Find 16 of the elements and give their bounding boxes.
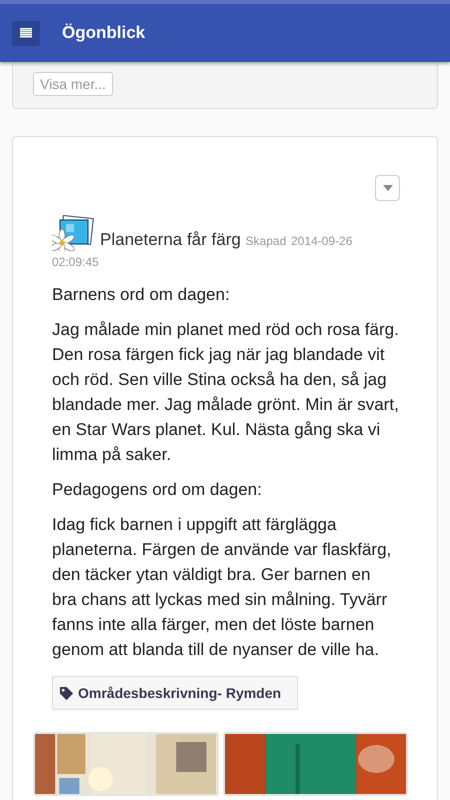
tag-icon <box>59 686 74 700</box>
photos-icon <box>52 215 96 251</box>
post-paragraph: Barnens ord om dagen: <box>52 284 231 306</box>
caret-icon <box>382 185 392 191</box>
dropdown-button[interactable] <box>375 175 400 201</box>
post-paragraph: Idag fick barnen i uppgift att färglägga planeterna. Färgen de använde var flaskfärg, den täcker ytan väldigt bra. Ger barnen en bra chans att lyckas med sin målning. Tyvärr fanns inte alla färger, men det löste barnen genom att blanda till de nyanser de ville ha. <box>52 514 392 661</box>
app-title: Ögonblick <box>62 23 146 43</box>
post-paragraph: Pedagogens ord om dagen: <box>52 479 263 501</box>
tag-chip[interactable]: Områdesbeskrivning- Rymden <box>52 676 298 710</box>
post-title: Planeterna får färg <box>100 230 241 249</box>
post-paragraph: Jag målade min planet med röd och rosa färg. Den rosa färgen fick jag när jag blandade vit och röd. Sen ville Stina också ha den, så jag blandade mer. Jag målade grönt. Min är svart, en Star Wars planet. Kul. Nästa gång ska vi limma på saker. <box>52 319 399 466</box>
created-date: 2014-09-26 <box>290 234 352 248</box>
created-time: 02:09:45 <box>52 255 99 269</box>
created-label: Skapad <box>246 234 286 248</box>
menu-icon <box>20 28 32 38</box>
menu-button[interactable] <box>12 20 40 46</box>
